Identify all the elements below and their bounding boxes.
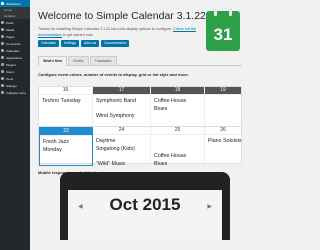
sidebar-icon (1, 42, 4, 45)
calendar-event[interactable]: "Wild" Music (93, 161, 150, 169)
day-number: 18 (151, 87, 204, 95)
calendar-event[interactable]: Coffee House (151, 98, 204, 106)
calendar-day-cell[interactable]: 23 Fresh Jazz Monday (39, 127, 93, 166)
sidebar-item-label: Posts (6, 20, 14, 25)
calendar-event[interactable]: Daytime (93, 138, 150, 146)
configure-heading: Configure event colors, number of events… (38, 72, 189, 77)
settings-button[interactable]: Settings (61, 40, 79, 47)
tab-whats-new[interactable]: What's New (38, 56, 67, 66)
calendar-badge-icon: 31 (206, 8, 240, 51)
calendar-day-cell[interactable]: 17 Symphonic Band Wind Symphony (93, 87, 151, 126)
sidebar-item-label: Settings (6, 83, 17, 88)
sidebar-item-settings[interactable]: Settings (0, 82, 30, 89)
calendar-event[interactable]: Techno Tuesday (39, 98, 92, 106)
phone-mockup: ◀ Oct 2015 ▶ (60, 172, 230, 240)
calendar-event[interactable]: Blues (151, 161, 204, 169)
sidebar-icon (1, 49, 4, 52)
calendar-day-cell[interactable]: 19 (205, 87, 241, 126)
documentation-button[interactable]: Documentation (101, 40, 130, 47)
sidebar-icon (1, 84, 4, 87)
calendar-event[interactable]: Coffee House (151, 153, 204, 161)
sidebar-item-appearance[interactable]: Appearance (0, 54, 30, 61)
sidebar-item-label: Comments (6, 41, 21, 46)
intro-text: Thanks for installing Simple Calendar 3.… (38, 27, 200, 38)
sidebar-icon (1, 28, 4, 31)
admin-sidebar: Dashboard Home Updates Posts Media Pages Comme… (0, 0, 30, 250)
sidebar-item-calendars[interactable]: Calendars (0, 47, 30, 54)
sidebar-item-label: Collapse menu (6, 90, 27, 95)
calendars-button[interactable]: Calendars (38, 40, 60, 47)
sidebar-item-label: Tools (6, 76, 14, 81)
ring-left (214, 8, 217, 16)
chevron-right-icon[interactable]: ▶ (207, 203, 212, 210)
sidebar-item-users[interactable]: Users (0, 68, 30, 75)
calendar-event[interactable]: Fresh Jazz (40, 139, 92, 147)
sidebar-item-label: Appearance (6, 55, 23, 60)
intro-tail: to get started now. (62, 32, 94, 37)
sidebar-icon (1, 35, 4, 38)
calendar-badge-day: 31 (213, 25, 233, 44)
calendar-day-cell[interactable]: 16 Techno Tuesday (39, 87, 93, 126)
calendar-event (151, 138, 204, 146)
day-number: 17 (93, 87, 150, 95)
day-number: 24 (93, 127, 150, 135)
day-number: 26 (205, 127, 241, 135)
calendar-event[interactable]: Symphonic Band (93, 98, 150, 106)
calendar-week-row: 16 Techno Tuesday 17 Symphonic Band Wind Sy… (39, 87, 241, 126)
sidebar-item-dashboard[interactable]: Dashboard (0, 0, 30, 7)
calendar-day-cell[interactable]: 24DaytimeSingalong (Kids) "Wild" Music T… (93, 127, 151, 182)
sidebar-item-posts[interactable]: Posts (0, 19, 30, 26)
sidebar-item-collapse-menu[interactable]: Collapse menu (0, 89, 30, 96)
phone-screen: ◀ Oct 2015 ▶ (68, 190, 222, 240)
sidebar-item-label: Media (6, 27, 15, 32)
calendar-day-cell[interactable]: 18 Coffee House Blues (151, 87, 205, 126)
page-title: Welcome to Simple Calendar 3.1.22 (38, 10, 206, 22)
sidebar-item-label: Users (6, 69, 14, 74)
calendar-week-row: 23 Fresh Jazz Monday 24 Daytime Singalong (Ki… (39, 126, 242, 182)
sidebar-item-label: Dashboard (6, 1, 21, 6)
sidebar-item-media[interactable]: Media (0, 26, 30, 33)
calendar-event[interactable]: Piano Soloists (205, 138, 242, 146)
sidebar-icon (1, 56, 4, 59)
calendar-event[interactable]: Blues (151, 106, 204, 114)
add-ons-button[interactable]: Add-ons (80, 40, 100, 47)
sidebar-item-tools[interactable]: Tools (0, 75, 30, 82)
calendar-event[interactable]: Singalong (Kids) (93, 146, 150, 154)
tab-translators[interactable]: Translators (89, 56, 117, 65)
sidebar-item-label: Updates (4, 14, 16, 18)
welcome-tabs: What's New Credits Translators (38, 56, 242, 66)
sidebar-icon (1, 63, 4, 66)
sidebar-icon (1, 21, 4, 24)
phone-month-label: Oct 2015 (109, 195, 181, 214)
sidebar-item-plugins[interactable]: Plugins (0, 61, 30, 68)
calendar-event[interactable]: Wind Symphony (93, 113, 150, 121)
day-number: 16 (39, 87, 92, 95)
calendar-event (93, 106, 150, 114)
sidebar-item-label: Plugins (6, 62, 16, 67)
day-number: 23 (40, 128, 92, 136)
calendar-day-cell[interactable]: 26 Piano Soloists (205, 127, 242, 166)
day-number: 25 (151, 127, 204, 135)
calendar-event (93, 153, 150, 161)
intro-body: Thanks for installing Simple Calendar 3.… (38, 27, 173, 31)
action-buttons: Calendars Settings Add-ons Documentation (38, 40, 130, 47)
sidebar-icon (1, 2, 4, 5)
sidebar-item-comments[interactable]: Comments (0, 40, 30, 47)
sidebar-icon (1, 91, 4, 94)
ring-right (229, 8, 232, 16)
sidebar-icon (1, 77, 4, 80)
sidebar-item-label: Home (4, 8, 13, 12)
calendar-event (151, 146, 204, 154)
sidebar-item-pages[interactable]: Pages (0, 33, 30, 40)
sidebar-item-label: Pages (6, 34, 15, 39)
tab-credits[interactable]: Credits (67, 56, 89, 65)
sidebar-item-label: Calendars (6, 48, 20, 53)
calendar-event[interactable]: Monday (40, 147, 92, 155)
day-number: 19 (205, 87, 241, 95)
calendar-preview: 16 Techno Tuesday 17 Symphonic Band Wind Sy… (38, 86, 242, 182)
sidebar-icon (1, 70, 4, 73)
calendar-day-cell[interactable]: 25 Coffee HouseBlues LMS Beg. Band (151, 127, 205, 182)
